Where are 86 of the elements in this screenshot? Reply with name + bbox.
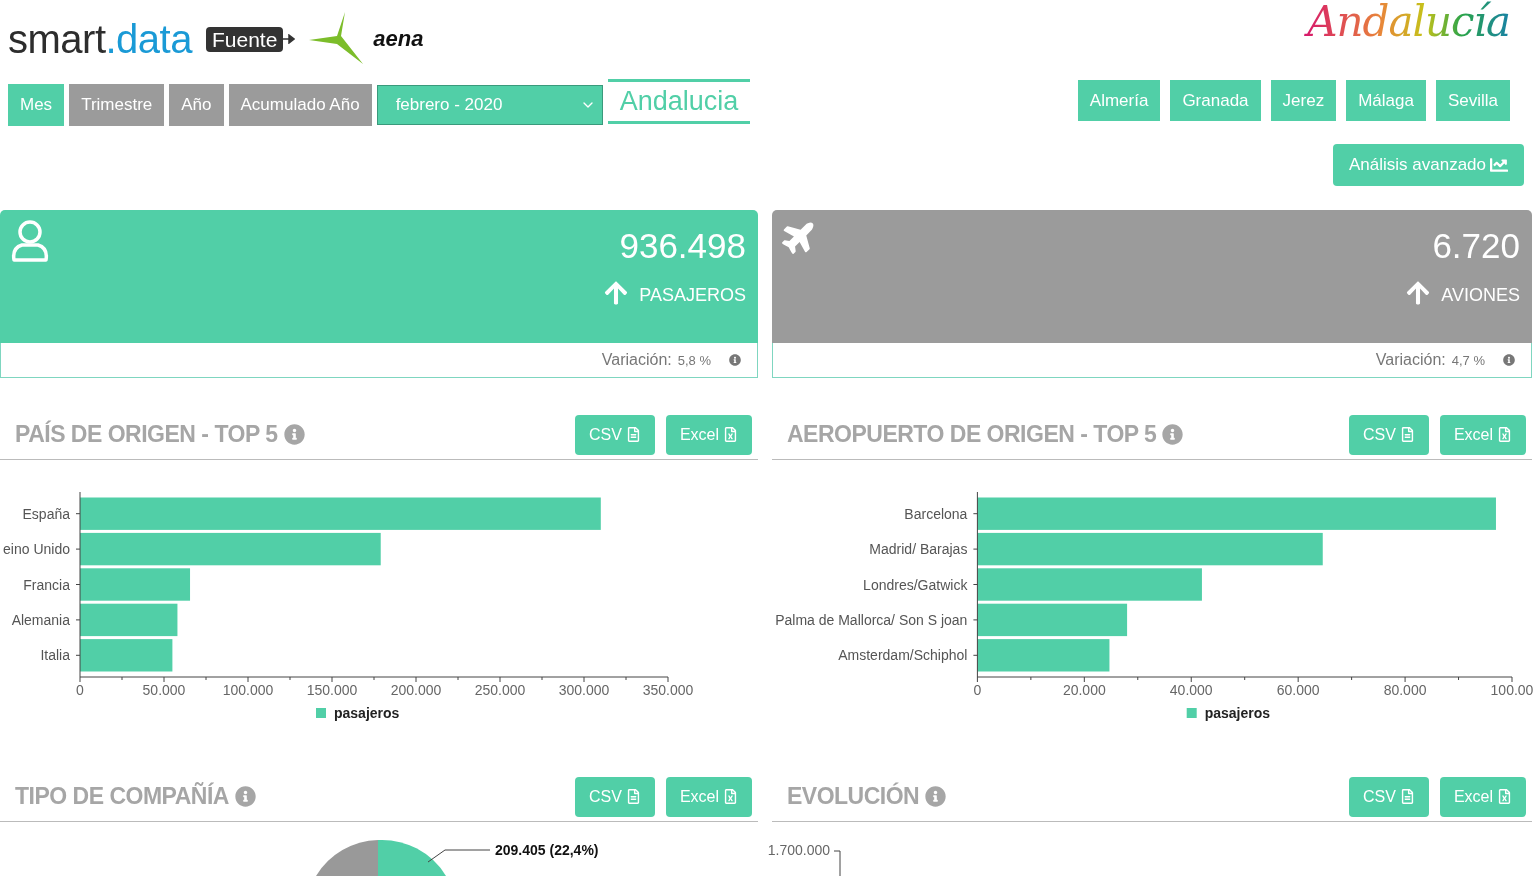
export-button[interactable]: CSV: [1348, 776, 1429, 817]
logo-text: aena: [373, 26, 424, 52]
kpi-label: PASAJEROS: [639, 285, 746, 306]
info-icon: [283, 424, 305, 445]
info-icon: [1503, 354, 1515, 366]
legend-label: pasajeros: [1204, 705, 1271, 721]
info-icon: [234, 786, 256, 807]
region-title: Andalucia: [607, 78, 751, 124]
legend-swatch: [1186, 708, 1197, 718]
kpi-value: 6.720: [1432, 226, 1520, 266]
spreadsheet-file-icon: [1497, 789, 1512, 804]
spreadsheet-file-icon: [1497, 427, 1512, 442]
export-button[interactable]: Excel: [665, 776, 752, 817]
line-chart-icon: [1490, 156, 1508, 174]
category-label: Italia: [40, 647, 70, 664]
export-button[interactable]: Excel: [665, 414, 752, 455]
legend-swatch: [316, 708, 326, 718]
period-tab[interactable]: Año: [169, 84, 224, 126]
variation-value: 5,8 %: [677, 352, 711, 368]
kpi-value: 936.498: [619, 226, 746, 266]
tick-label: 60.000: [1276, 682, 1320, 698]
export-button[interactable]: CSV: [1348, 414, 1429, 455]
tick-label: 150.000: [306, 682, 358, 698]
period-tab[interactable]: Acumulado Año: [228, 84, 372, 126]
category-label: eino Unido: [3, 541, 70, 558]
category-label: Barcelona: [904, 505, 968, 522]
category-label: Alemania: [11, 611, 70, 628]
variation-value: 4,7 %: [1451, 352, 1485, 368]
info-icon: [729, 354, 741, 366]
date-select[interactable]: febrero - 2020: [376, 85, 603, 125]
export-button[interactable]: Excel: [1439, 776, 1526, 817]
document-icon: [1399, 427, 1415, 442]
section-title: AEROPUERTO DE ORIGEN - TOP 5: [787, 421, 1157, 448]
category-label: Francia: [23, 576, 70, 593]
arrow-right-icon: [283, 34, 296, 44]
section-title: EVOLUCIÓN: [787, 783, 920, 810]
y-axis: [833, 850, 841, 877]
category-label: Amsterdam/Schiphol: [838, 647, 968, 664]
tick-label: 50.000: [142, 682, 186, 698]
airport-button[interactable]: Málaga: [1346, 80, 1426, 121]
variation-label: Variación:: [601, 351, 672, 369]
tick-label: 0: [973, 682, 982, 698]
tick-label: 200.000: [390, 682, 442, 698]
category-label: Madrid/ Barajas: [869, 541, 968, 558]
legend-label: pasajeros: [334, 705, 400, 721]
leader-line: [427, 849, 491, 863]
tick-label: 300.000: [558, 682, 610, 698]
arrow-up-icon: [1405, 280, 1432, 306]
kpi-label: AVIONES: [1441, 285, 1520, 306]
period-tab[interactable]: Trimestre: [69, 84, 165, 126]
export-button[interactable]: CSV: [574, 414, 655, 455]
airport-button[interactable]: Sevilla: [1435, 80, 1510, 121]
axis-label: 1.700.000: [767, 842, 830, 858]
category-label: Londres/Gatwick: [863, 576, 968, 593]
brand-logo: smart.data: [8, 16, 192, 62]
document-icon: [625, 789, 641, 804]
section-title: TIPO DE COMPAÑÍA: [15, 783, 229, 810]
spreadsheet-file-icon: [723, 427, 738, 442]
arrow-up-icon: [603, 280, 630, 306]
document-icon: [625, 427, 641, 442]
user-icon: [10, 218, 50, 264]
slice-label: 209.405 (22,4%): [495, 842, 599, 858]
tick-label: 80.000: [1383, 682, 1427, 698]
info-icon: [1162, 424, 1184, 445]
tick-label: 100.00: [1490, 682, 1534, 698]
period-tab[interactable]: Mes: [8, 84, 65, 126]
info-icon: [925, 786, 947, 807]
tick-label: 0: [76, 682, 84, 698]
source-badge: Fuente: [205, 26, 284, 52]
category-label: Palma de Mallorca/ Son S joan: [775, 611, 968, 628]
tick-label: 250.000: [474, 682, 526, 698]
variation-label: Variación:: [1375, 351, 1446, 369]
document-icon: [1399, 789, 1415, 804]
export-button[interactable]: CSV: [574, 776, 655, 817]
advanced-analysis-button[interactable]: Análisis avanzado: [1332, 144, 1524, 186]
airport-button[interactable]: Granada: [1170, 80, 1261, 121]
tick-label: 350.000: [642, 682, 694, 698]
tick-label: 100.000: [222, 682, 274, 698]
tick-label: 20.000: [1062, 682, 1106, 698]
export-button[interactable]: Excel: [1439, 414, 1526, 455]
tick-label: 40.000: [1169, 682, 1213, 698]
airport-button[interactable]: Jerez: [1270, 80, 1337, 121]
spreadsheet-file-icon: [723, 789, 738, 804]
airport-button[interactable]: Almería: [1077, 80, 1161, 121]
category-label: España: [22, 505, 70, 522]
section-title: PAÍS DE ORIGEN - TOP 5: [15, 421, 278, 448]
